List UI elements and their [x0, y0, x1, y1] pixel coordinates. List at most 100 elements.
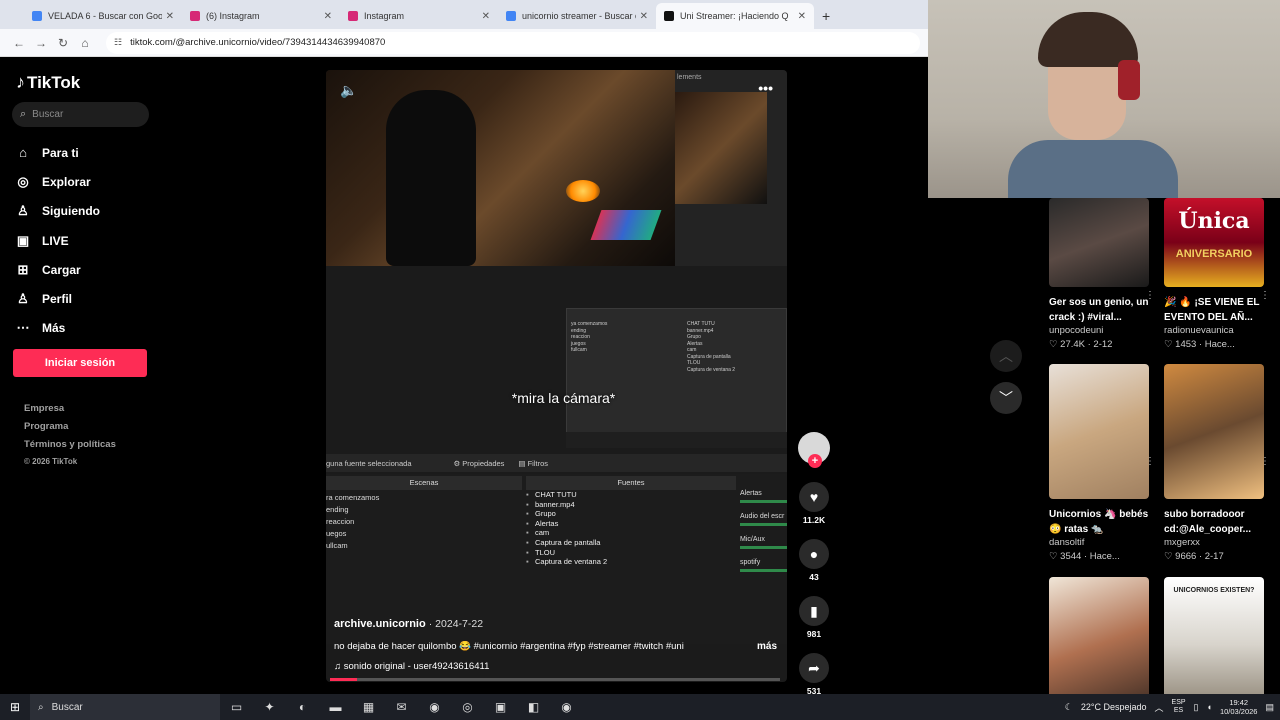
close-icon[interactable]: ✕	[324, 11, 332, 22]
url-field[interactable]: ☷ tiktok.com/@archive.unicornio/video/73…	[106, 31, 920, 54]
scene-item: reaccion	[326, 517, 355, 526]
reload-icon[interactable]: ↻	[52, 36, 74, 50]
footer-link-terminos[interactable]: Términos y políticas	[24, 439, 116, 457]
volume-icon[interactable]: ◖	[1207, 702, 1212, 712]
chevron-up-icon[interactable]: ︿	[1155, 701, 1164, 714]
weather-text[interactable]: 22°C Despejado	[1081, 702, 1147, 712]
chrome-icon[interactable]: ◉	[418, 700, 451, 714]
recommendation-card[interactable]: Ger sos un genio, un crack :) #viral... u…	[1049, 198, 1155, 352]
share-icon[interactable]: ➦	[799, 653, 829, 683]
outlook-icon[interactable]: ✉	[385, 700, 418, 714]
recommendation-author[interactable]: mxgerxx	[1164, 537, 1264, 549]
follow-plus-icon[interactable]: +	[808, 454, 822, 468]
sidebar-item-explorar[interactable]: ◎ Explorar	[14, 167, 100, 196]
comment-icon[interactable]: ●	[799, 539, 829, 569]
recommendation-card[interactable]: Única ANIVERSARIO 🎉 🔥 ¡SE VIENE EL EVENTO …	[1164, 198, 1270, 352]
video-sound[interactable]: ♫ sonido original - user49243616411	[334, 661, 489, 672]
home-icon[interactable]: ⌂	[74, 36, 96, 50]
close-icon[interactable]: ✕	[166, 11, 174, 22]
recommendation-author[interactable]: unpocodeuni	[1049, 325, 1149, 337]
footer-link-programa[interactable]: Programa	[24, 421, 116, 439]
heart-icon[interactable]: ♥	[799, 482, 829, 512]
taskbar-search[interactable]: ⌕ Buscar	[30, 694, 220, 720]
more-options-icon[interactable]: ⋮	[1260, 456, 1270, 467]
description-more-button[interactable]: más	[757, 641, 777, 652]
sidebar-item-más[interactable]: ⋯ Más	[14, 314, 100, 343]
store-icon[interactable]: ▦	[352, 700, 385, 714]
browser-tab[interactable]: unicornio streamer - Buscar con ✕	[498, 3, 656, 29]
more-options-icon[interactable]: •••	[758, 80, 773, 96]
bookmark-icon[interactable]: ▮	[799, 596, 829, 626]
recommendation-author[interactable]: radionuevaunica	[1164, 325, 1264, 337]
recommendation-title[interactable]: 🎉 🔥 ¡SE VIENE EL EVENTO DEL AÑ...	[1164, 295, 1264, 325]
recommendation-card[interactable]: UNICORNIOS EXISTEN?	[1164, 577, 1264, 712]
search-icon: ⌕	[38, 701, 44, 713]
forward-icon[interactable]: →	[30, 36, 52, 50]
more-options-icon[interactable]: ⋮	[1260, 290, 1270, 301]
webcam-overlay	[928, 0, 1280, 198]
search-input[interactable]: ⌕ Buscar	[12, 102, 149, 127]
clock[interactable]: 19:42 10/03/2026	[1220, 698, 1258, 716]
sidebar-item-cargar[interactable]: ⊞ Cargar	[14, 255, 100, 284]
recommendation-card[interactable]: Unicornios 🦄 bebés 😳 ratas 🐀 dansoltif ♡ 3…	[1049, 364, 1155, 564]
audio-meter	[740, 500, 787, 503]
previous-video-button[interactable]: ︿	[990, 340, 1022, 372]
recommendation-author[interactable]: dansoltif	[1049, 537, 1149, 549]
more-options-icon[interactable]: ⋮	[1145, 290, 1155, 301]
browser-tab[interactable]: (6) Instagram ✕	[182, 3, 340, 29]
audio-channel: Alertas	[740, 490, 787, 503]
more-options-icon[interactable]: ⋮	[1145, 456, 1155, 467]
sidebar-item-siguiendo[interactable]: ♙ Siguiendo	[14, 197, 100, 226]
recommendation-thumbnail[interactable]	[1049, 198, 1149, 287]
video-player[interactable]: 🔈 lements ••• ya comenzamos ending reaccio…	[326, 70, 787, 682]
recommendation-title[interactable]: Unicornios 🦄 bebés 😳 ratas 🐀	[1049, 507, 1149, 537]
site-info-icon[interactable]: ☷	[114, 37, 122, 48]
app-icon[interactable]: ◧	[517, 700, 550, 714]
recommendation-thumbnail[interactable]: Única ANIVERSARIO	[1164, 198, 1264, 287]
browser-tab[interactable]: Uni Streamer: ¡Haciendo Q ✕	[656, 3, 814, 29]
login-button[interactable]: Iniciar sesión	[13, 349, 147, 377]
windows-start-icon[interactable]: ⊞	[0, 700, 30, 714]
video-progress-bar[interactable]	[330, 678, 780, 681]
recommendation-thumbnail[interactable]: UNICORNIOS EXISTEN?	[1164, 577, 1264, 712]
recommendation-title[interactable]: subo borradooor cd:@Ale_cooper...	[1164, 507, 1264, 537]
file-explorer-icon[interactable]: ▬	[319, 700, 352, 714]
task-view-icon[interactable]: ▭	[220, 700, 253, 714]
edge-icon[interactable]: ◐	[286, 700, 319, 714]
tiktok-logo[interactable]: ♪ TikTok	[16, 72, 80, 93]
terminal-icon[interactable]: ▣	[484, 700, 517, 714]
new-tab-icon[interactable]: +	[822, 3, 830, 29]
recommendation-title[interactable]: Ger sos un genio, un crack :) #viral...	[1049, 295, 1149, 325]
recommendation-card[interactable]: subo borradooor cd:@Ale_cooper... mxgerxx…	[1164, 364, 1270, 564]
sidebar-item-perfil[interactable]: ♙ Perfil	[14, 284, 100, 313]
sidebar-item-live[interactable]: ▣ LIVE	[14, 226, 100, 255]
sidebar-item-para-ti[interactable]: ⌂ Para ti	[14, 138, 100, 167]
footer-link-empresa[interactable]: Empresa	[24, 403, 116, 421]
obs-properties-bar: guna fuente seleccionada ⚙ Propiedades ▤…	[326, 454, 787, 472]
copilot-icon[interactable]: ✦	[253, 700, 286, 714]
author-avatar[interactable]: +	[798, 432, 830, 468]
language-indicator[interactable]: ESP ES	[1172, 699, 1186, 715]
source-icon: ▪	[526, 490, 529, 499]
sidebar-icon: ♙	[17, 291, 29, 307]
volume-icon[interactable]: 🔈	[340, 82, 357, 99]
recommendation-thumbnail[interactable]	[1049, 577, 1149, 712]
recommendation-thumbnail[interactable]	[1164, 364, 1264, 499]
browser-tab[interactable]: VELADA 6 - Buscar con Google ✕	[24, 3, 182, 29]
browser-tab[interactable]: Instagram ✕	[340, 3, 498, 29]
chrome-active-icon[interactable]: ◉	[550, 700, 583, 714]
mini-scene-item: fullcam	[571, 347, 587, 353]
close-icon[interactable]: ✕	[798, 11, 806, 22]
search-placeholder: Buscar	[32, 109, 64, 120]
recommendation-thumbnail[interactable]	[1049, 364, 1149, 499]
next-video-button[interactable]: ﹀	[990, 382, 1022, 414]
back-icon[interactable]: ←	[8, 36, 30, 50]
close-icon[interactable]: ✕	[640, 11, 648, 22]
network-icon[interactable]: ▯	[1194, 702, 1199, 713]
obs-icon[interactable]: ◎	[451, 700, 484, 714]
close-icon[interactable]: ✕	[482, 11, 490, 22]
recommendation-card[interactable]	[1049, 577, 1149, 712]
notifications-icon[interactable]: ▤	[1265, 702, 1274, 713]
sidebar-item-label: LIVE	[42, 233, 69, 248]
video-author[interactable]: archive.unicornio	[334, 618, 426, 630]
